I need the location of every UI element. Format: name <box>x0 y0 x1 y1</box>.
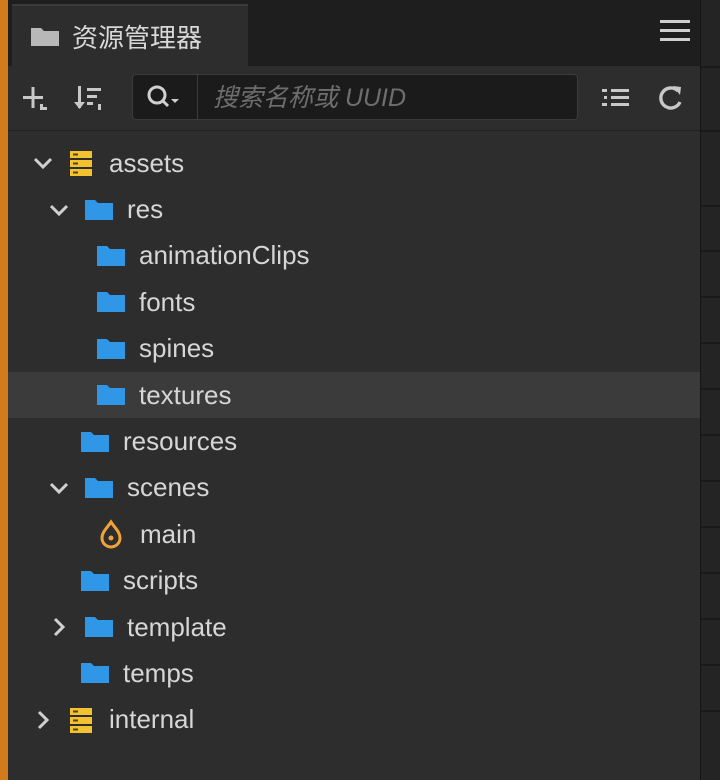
tree-item-label: res <box>127 194 164 225</box>
tree-item-res[interactable]: res <box>8 186 700 232</box>
folder-icon <box>97 292 125 313</box>
left-edge-accent <box>0 0 8 780</box>
chevron-down-icon[interactable] <box>48 477 70 499</box>
chevron-down-icon[interactable] <box>48 199 70 221</box>
tree-item-template[interactable]: template <box>8 604 700 650</box>
tab-bar: 资源管理器 <box>8 0 700 66</box>
tree-item-scenes[interactable]: scenes <box>8 465 700 511</box>
database-icon <box>70 707 92 733</box>
asset-tree: assets res animationClips fonts spines textur… <box>8 140 700 743</box>
chevron-down-icon[interactable] <box>32 152 54 174</box>
scene-icon <box>100 519 122 549</box>
tree-item-label: spines <box>139 333 215 364</box>
tree-item-animationclips[interactable]: animationClips <box>8 233 700 279</box>
database-icon <box>70 151 92 177</box>
tree-item-temps[interactable]: temps <box>8 650 700 696</box>
tree-item-fonts[interactable]: fonts <box>8 279 700 325</box>
tree-item-label: template <box>127 611 227 642</box>
tree-item-assets[interactable]: assets <box>8 140 700 186</box>
folder-icon <box>81 570 109 591</box>
assets-panel: 资源管理器 搜索名称或 UUID assets res animationCli… <box>8 0 701 780</box>
tree-item-spines[interactable]: spines <box>8 326 700 372</box>
toolbar-divider <box>8 130 700 131</box>
tree-item-label: resources <box>123 426 238 457</box>
right-panel-edge <box>701 0 720 780</box>
folder-icon <box>31 28 59 46</box>
toolbar <box>8 66 700 130</box>
folder-icon <box>81 431 109 452</box>
folder-icon <box>97 245 125 266</box>
chevron-right-icon[interactable] <box>32 709 54 731</box>
tree-item-internal[interactable]: internal <box>8 697 700 743</box>
folder-icon <box>85 199 113 220</box>
tree-item-label: fonts <box>139 286 196 317</box>
folder-icon <box>97 385 125 406</box>
chevron-right-icon[interactable] <box>48 616 70 638</box>
tree-item-label: assets <box>109 147 185 178</box>
add-icon[interactable] <box>20 80 50 116</box>
tree-item-scripts[interactable]: scripts <box>8 558 700 604</box>
tree-item-label: textures <box>139 379 232 410</box>
tree-item-main[interactable]: main <box>8 511 700 557</box>
tree-item-textures[interactable]: textures <box>8 371 700 419</box>
tree-item-resources[interactable]: resources <box>8 418 700 464</box>
search-input[interactable] <box>211 83 565 113</box>
search-icon <box>147 85 179 108</box>
collapse-list-icon[interactable] <box>600 80 632 116</box>
folder-icon <box>85 617 113 638</box>
tree-item-label: main <box>140 518 197 549</box>
sort-icon[interactable] <box>72 80 106 116</box>
folder-icon <box>97 338 125 359</box>
tree-item-label: temps <box>123 657 194 688</box>
tree-item-label: scenes <box>127 472 210 503</box>
folder-icon <box>81 663 109 684</box>
tab-assets[interactable]: 资源管理器 <box>12 4 248 66</box>
menu-icon[interactable] <box>660 20 690 44</box>
folder-icon <box>85 477 113 498</box>
tree-item-label: internal <box>109 704 195 735</box>
search-filter-button[interactable] <box>133 75 198 119</box>
tab-title: 资源管理器 <box>72 22 203 53</box>
tree-item-label: scripts <box>123 565 199 596</box>
tree-item-label: animationClips <box>139 240 310 271</box>
refresh-icon[interactable] <box>654 80 686 116</box>
search-box <box>132 74 578 120</box>
